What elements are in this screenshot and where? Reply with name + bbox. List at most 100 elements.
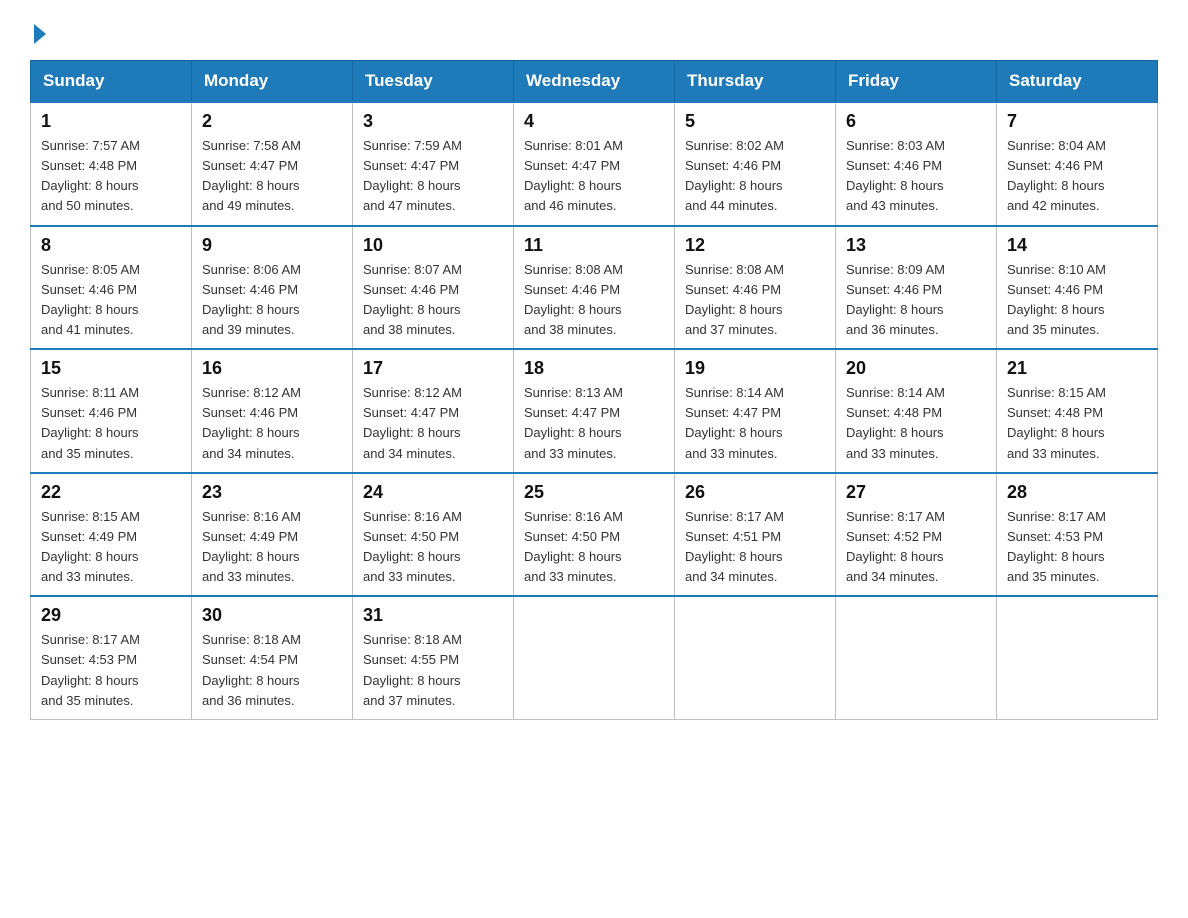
logo-arrow-icon xyxy=(34,24,46,44)
day-info: Sunrise: 8:12 AMSunset: 4:46 PMDaylight:… xyxy=(202,383,342,464)
calendar-cell: 18 Sunrise: 8:13 AMSunset: 4:47 PMDayligh… xyxy=(514,349,675,473)
day-info: Sunrise: 8:17 AMSunset: 4:51 PMDaylight:… xyxy=(685,507,825,588)
calendar-cell: 12 Sunrise: 8:08 AMSunset: 4:46 PMDayligh… xyxy=(675,226,836,350)
calendar-cell: 27 Sunrise: 8:17 AMSunset: 4:52 PMDayligh… xyxy=(836,473,997,597)
day-info: Sunrise: 8:16 AMSunset: 4:50 PMDaylight:… xyxy=(524,507,664,588)
calendar-week-row: 29 Sunrise: 8:17 AMSunset: 4:53 PMDayligh… xyxy=(31,596,1158,719)
calendar-cell: 21 Sunrise: 8:15 AMSunset: 4:48 PMDayligh… xyxy=(997,349,1158,473)
day-number: 21 xyxy=(1007,358,1147,379)
day-number: 27 xyxy=(846,482,986,503)
day-info: Sunrise: 8:08 AMSunset: 4:46 PMDaylight:… xyxy=(524,260,664,341)
day-number: 24 xyxy=(363,482,503,503)
logo xyxy=(30,20,46,40)
calendar-cell: 7 Sunrise: 8:04 AMSunset: 4:46 PMDaylight… xyxy=(997,102,1158,226)
day-number: 12 xyxy=(685,235,825,256)
calendar-cell xyxy=(997,596,1158,719)
day-info: Sunrise: 8:07 AMSunset: 4:46 PMDaylight:… xyxy=(363,260,503,341)
day-number: 5 xyxy=(685,111,825,132)
calendar-cell: 14 Sunrise: 8:10 AMSunset: 4:46 PMDayligh… xyxy=(997,226,1158,350)
day-number: 20 xyxy=(846,358,986,379)
day-number: 26 xyxy=(685,482,825,503)
day-info: Sunrise: 8:14 AMSunset: 4:47 PMDaylight:… xyxy=(685,383,825,464)
calendar-cell xyxy=(514,596,675,719)
day-number: 31 xyxy=(363,605,503,626)
header-saturday: Saturday xyxy=(997,61,1158,103)
day-info: Sunrise: 8:16 AMSunset: 4:49 PMDaylight:… xyxy=(202,507,342,588)
day-info: Sunrise: 8:18 AMSunset: 4:54 PMDaylight:… xyxy=(202,630,342,711)
day-info: Sunrise: 7:58 AMSunset: 4:47 PMDaylight:… xyxy=(202,136,342,217)
calendar-cell: 1 Sunrise: 7:57 AMSunset: 4:48 PMDaylight… xyxy=(31,102,192,226)
calendar-cell: 28 Sunrise: 8:17 AMSunset: 4:53 PMDayligh… xyxy=(997,473,1158,597)
day-number: 22 xyxy=(41,482,181,503)
day-info: Sunrise: 7:57 AMSunset: 4:48 PMDaylight:… xyxy=(41,136,181,217)
calendar-cell: 3 Sunrise: 7:59 AMSunset: 4:47 PMDaylight… xyxy=(353,102,514,226)
calendar-cell: 10 Sunrise: 8:07 AMSunset: 4:46 PMDayligh… xyxy=(353,226,514,350)
day-number: 6 xyxy=(846,111,986,132)
calendar-cell: 9 Sunrise: 8:06 AMSunset: 4:46 PMDaylight… xyxy=(192,226,353,350)
day-number: 14 xyxy=(1007,235,1147,256)
day-number: 28 xyxy=(1007,482,1147,503)
calendar-week-row: 15Sunrise: 8:11 AMSunset: 4:46 PMDayligh… xyxy=(31,349,1158,473)
calendar-cell: 19 Sunrise: 8:14 AMSunset: 4:47 PMDayligh… xyxy=(675,349,836,473)
day-info: Sunrise: 8:11 AMSunset: 4:46 PMDaylight:… xyxy=(41,383,181,464)
calendar-cell: 22Sunrise: 8:15 AMSunset: 4:49 PMDayligh… xyxy=(31,473,192,597)
day-number: 30 xyxy=(202,605,342,626)
calendar-cell: 24 Sunrise: 8:16 AMSunset: 4:50 PMDayligh… xyxy=(353,473,514,597)
calendar-cell: 15Sunrise: 8:11 AMSunset: 4:46 PMDayligh… xyxy=(31,349,192,473)
day-info: Sunrise: 8:15 AMSunset: 4:48 PMDaylight:… xyxy=(1007,383,1147,464)
day-info: Sunrise: 8:06 AMSunset: 4:46 PMDaylight:… xyxy=(202,260,342,341)
calendar-cell xyxy=(836,596,997,719)
day-info: Sunrise: 8:09 AMSunset: 4:46 PMDaylight:… xyxy=(846,260,986,341)
day-info: Sunrise: 8:01 AMSunset: 4:47 PMDaylight:… xyxy=(524,136,664,217)
calendar-cell: 25 Sunrise: 8:16 AMSunset: 4:50 PMDayligh… xyxy=(514,473,675,597)
calendar-cell: 4 Sunrise: 8:01 AMSunset: 4:47 PMDaylight… xyxy=(514,102,675,226)
day-info: Sunrise: 8:03 AMSunset: 4:46 PMDaylight:… xyxy=(846,136,986,217)
day-info: Sunrise: 8:14 AMSunset: 4:48 PMDaylight:… xyxy=(846,383,986,464)
header-thursday: Thursday xyxy=(675,61,836,103)
day-info: Sunrise: 8:16 AMSunset: 4:50 PMDaylight:… xyxy=(363,507,503,588)
calendar-cell: 11 Sunrise: 8:08 AMSunset: 4:46 PMDayligh… xyxy=(514,226,675,350)
day-number: 18 xyxy=(524,358,664,379)
calendar-cell: 30 Sunrise: 8:18 AMSunset: 4:54 PMDayligh… xyxy=(192,596,353,719)
day-number: 9 xyxy=(202,235,342,256)
calendar-cell: 6 Sunrise: 8:03 AMSunset: 4:46 PMDaylight… xyxy=(836,102,997,226)
day-number: 8 xyxy=(41,235,181,256)
day-number: 3 xyxy=(363,111,503,132)
day-number: 17 xyxy=(363,358,503,379)
calendar-cell: 20 Sunrise: 8:14 AMSunset: 4:48 PMDayligh… xyxy=(836,349,997,473)
calendar-table: SundayMondayTuesdayWednesdayThursdayFrid… xyxy=(30,60,1158,720)
day-info: Sunrise: 8:17 AMSunset: 4:53 PMDaylight:… xyxy=(1007,507,1147,588)
day-info: Sunrise: 8:18 AMSunset: 4:55 PMDaylight:… xyxy=(363,630,503,711)
day-info: Sunrise: 8:10 AMSunset: 4:46 PMDaylight:… xyxy=(1007,260,1147,341)
day-number: 19 xyxy=(685,358,825,379)
day-info: Sunrise: 8:13 AMSunset: 4:47 PMDaylight:… xyxy=(524,383,664,464)
header-wednesday: Wednesday xyxy=(514,61,675,103)
day-number: 13 xyxy=(846,235,986,256)
day-number: 4 xyxy=(524,111,664,132)
day-number: 23 xyxy=(202,482,342,503)
day-number: 1 xyxy=(41,111,181,132)
header-tuesday: Tuesday xyxy=(353,61,514,103)
day-info: Sunrise: 8:12 AMSunset: 4:47 PMDaylight:… xyxy=(363,383,503,464)
calendar-cell: 23 Sunrise: 8:16 AMSunset: 4:49 PMDayligh… xyxy=(192,473,353,597)
day-info: Sunrise: 7:59 AMSunset: 4:47 PMDaylight:… xyxy=(363,136,503,217)
day-info: Sunrise: 8:17 AMSunset: 4:52 PMDaylight:… xyxy=(846,507,986,588)
day-number: 10 xyxy=(363,235,503,256)
calendar-week-row: 1 Sunrise: 7:57 AMSunset: 4:48 PMDaylight… xyxy=(31,102,1158,226)
day-number: 29 xyxy=(41,605,181,626)
calendar-cell: 5Sunrise: 8:02 AMSunset: 4:46 PMDaylight… xyxy=(675,102,836,226)
calendar-cell: 2Sunrise: 7:58 AMSunset: 4:47 PMDaylight… xyxy=(192,102,353,226)
calendar-cell: 8 Sunrise: 8:05 AMSunset: 4:46 PMDaylight… xyxy=(31,226,192,350)
day-info: Sunrise: 8:05 AMSunset: 4:46 PMDaylight:… xyxy=(41,260,181,341)
day-number: 11 xyxy=(524,235,664,256)
day-number: 25 xyxy=(524,482,664,503)
day-info: Sunrise: 8:04 AMSunset: 4:46 PMDaylight:… xyxy=(1007,136,1147,217)
calendar-cell: 29 Sunrise: 8:17 AMSunset: 4:53 PMDayligh… xyxy=(31,596,192,719)
day-info: Sunrise: 8:08 AMSunset: 4:46 PMDaylight:… xyxy=(685,260,825,341)
calendar-cell xyxy=(675,596,836,719)
day-number: 7 xyxy=(1007,111,1147,132)
calendar-cell: 17 Sunrise: 8:12 AMSunset: 4:47 PMDayligh… xyxy=(353,349,514,473)
calendar-header-row: SundayMondayTuesdayWednesdayThursdayFrid… xyxy=(31,61,1158,103)
calendar-cell: 26 Sunrise: 8:17 AMSunset: 4:51 PMDayligh… xyxy=(675,473,836,597)
day-info: Sunrise: 8:17 AMSunset: 4:53 PMDaylight:… xyxy=(41,630,181,711)
